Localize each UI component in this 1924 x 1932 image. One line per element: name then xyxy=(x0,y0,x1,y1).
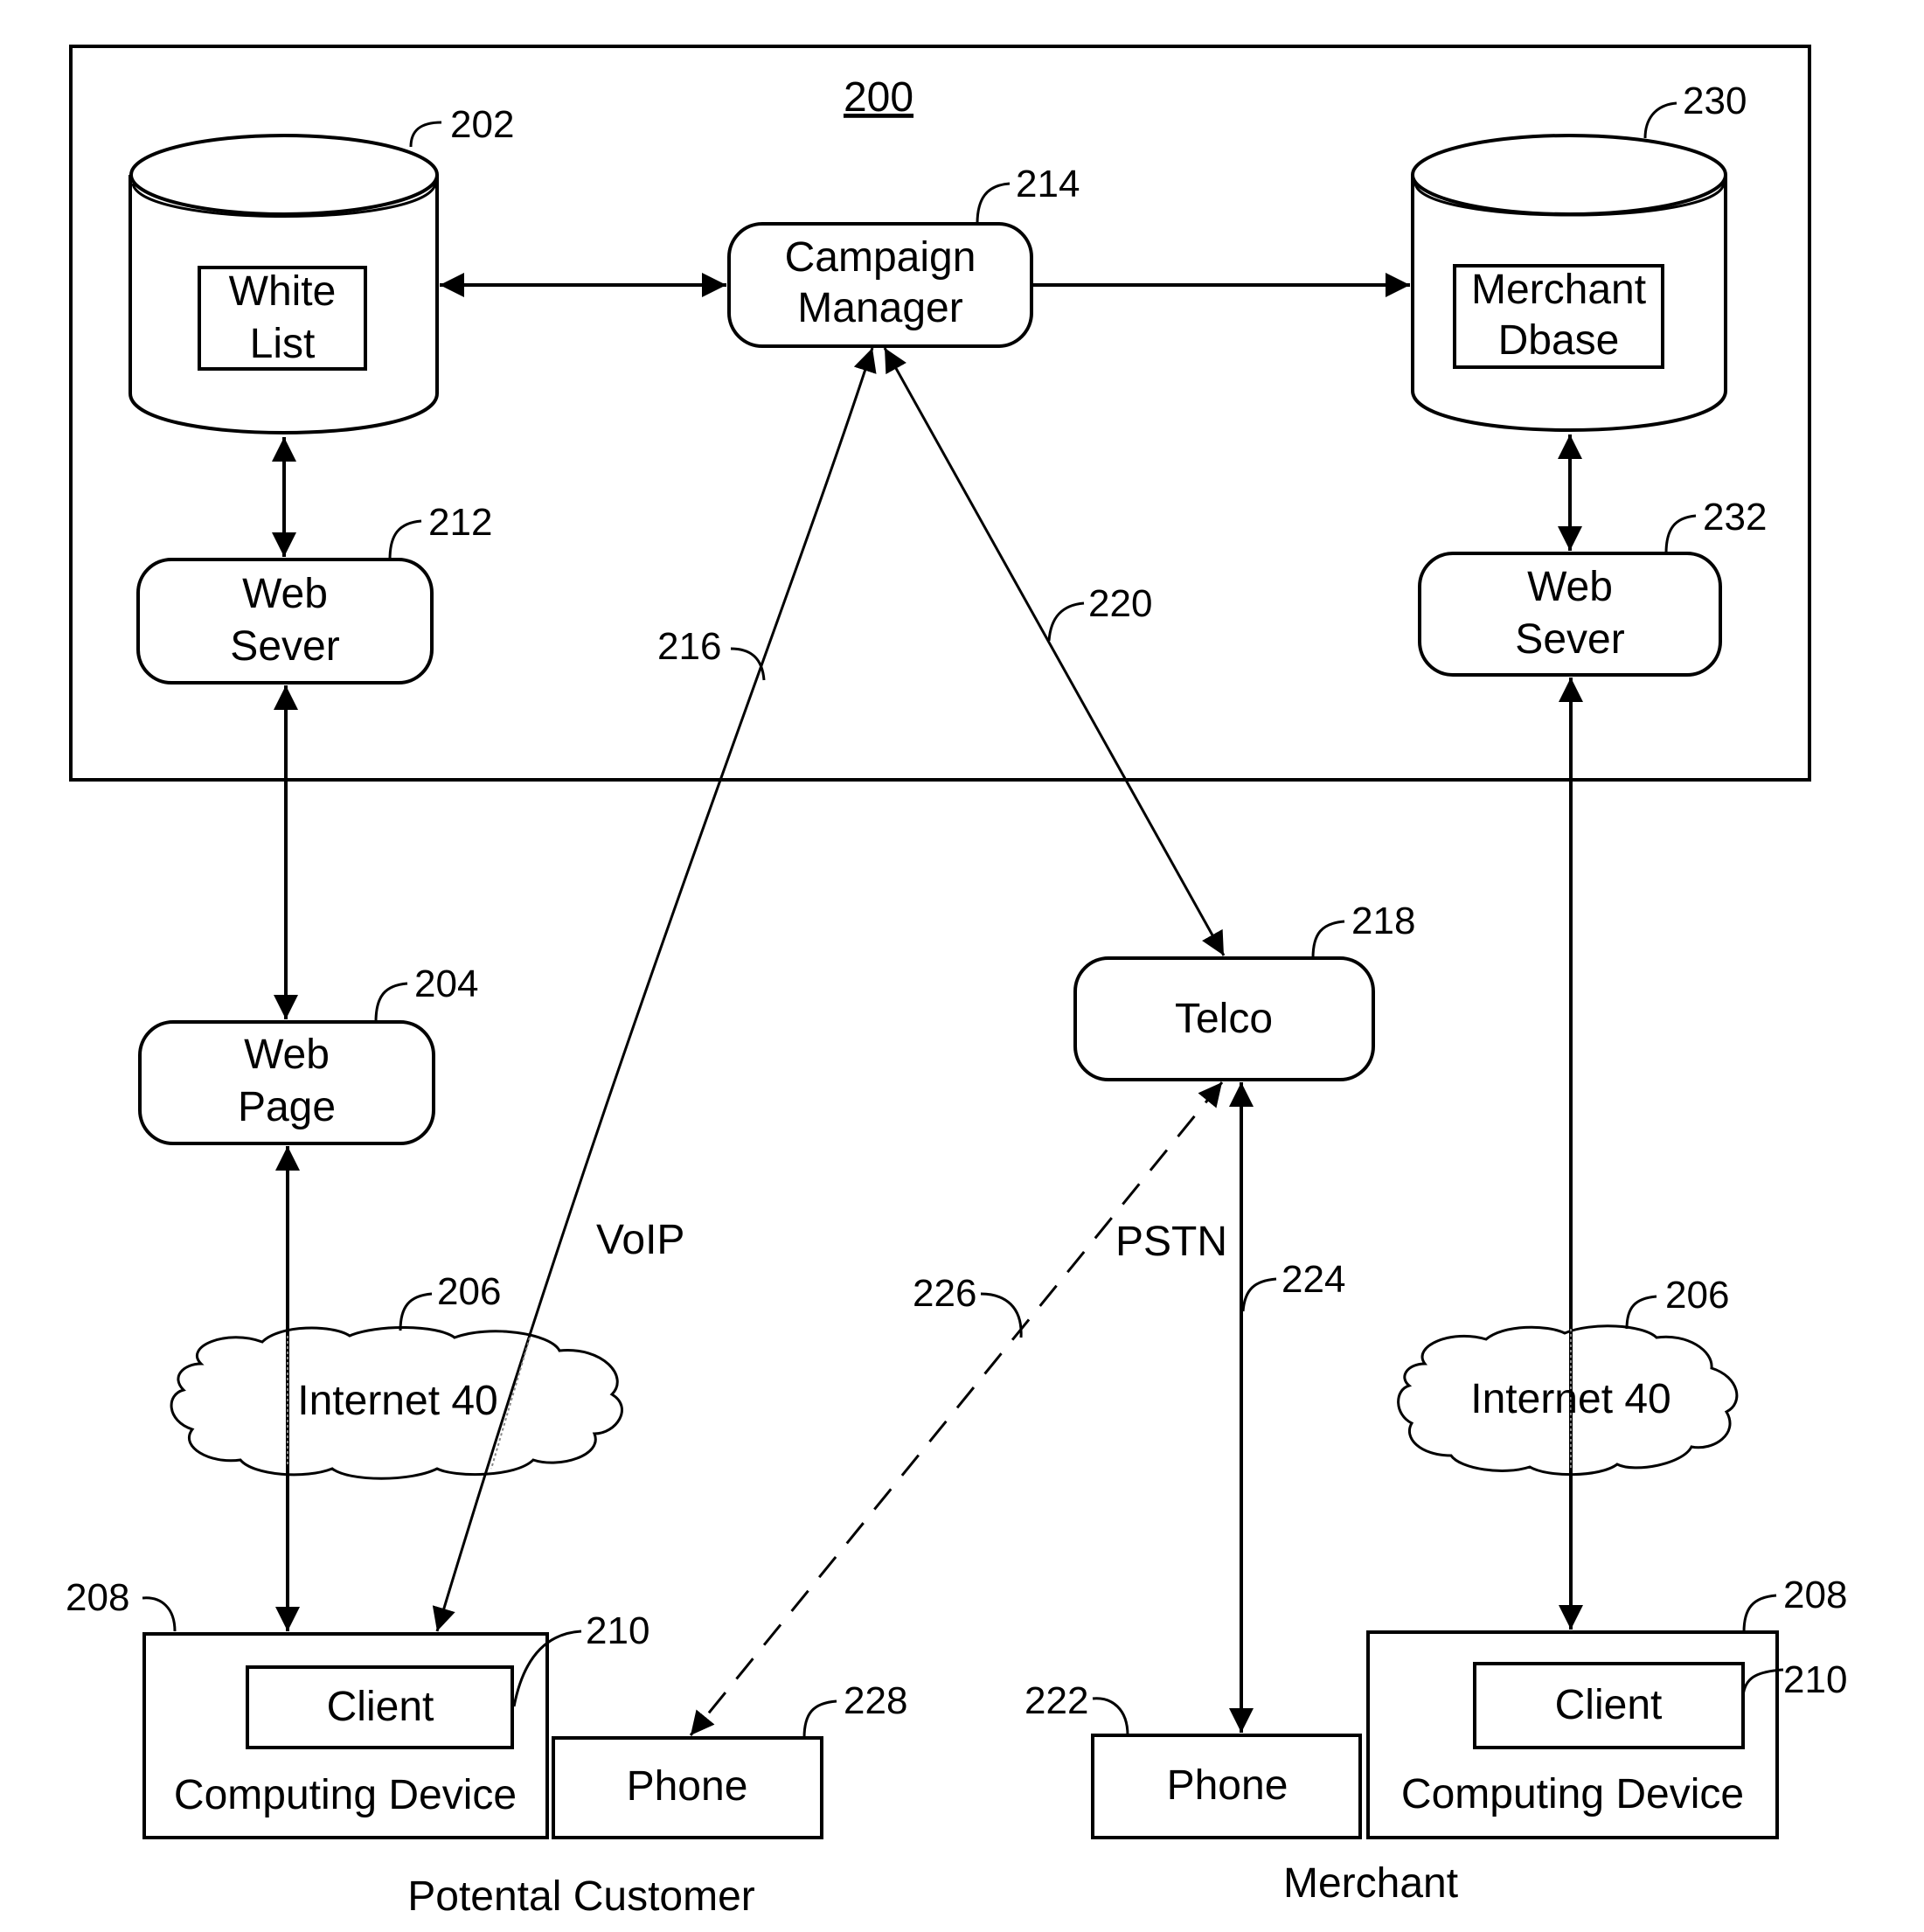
client-left-label: Client xyxy=(327,1684,434,1730)
computing-device-right-label: Computing Device xyxy=(1401,1771,1744,1817)
merchant-db-label-2: Dbase xyxy=(1498,317,1620,364)
web-page[interactable]: Web Page xyxy=(138,1020,435,1145)
ref-212: 212 xyxy=(428,501,492,544)
customer-group-label: Potental Customer xyxy=(407,1873,755,1920)
ref-214: 214 xyxy=(1016,163,1080,205)
ref-210-left: 210 xyxy=(586,1609,649,1652)
internet-right-label: Internet 40 xyxy=(1470,1376,1671,1422)
leader-218 xyxy=(1311,920,1345,959)
ref-224: 224 xyxy=(1282,1258,1345,1301)
computing-device-left-label: Computing Device xyxy=(174,1772,517,1818)
web-page-label-1: Web xyxy=(244,1032,330,1078)
white-list-database[interactable]: White List xyxy=(128,134,439,434)
campaign-telco-link xyxy=(883,347,1226,956)
phone-customer-label: Phone xyxy=(627,1763,748,1810)
leader-214 xyxy=(976,182,1011,225)
computing-device-left[interactable]: Client Computing Device xyxy=(142,1632,549,1839)
web-server-right-label-2: Sever xyxy=(1515,616,1624,663)
ref-206-right: 206 xyxy=(1665,1274,1729,1317)
white-list-label-2: List xyxy=(250,321,316,367)
ref-206-left: 206 xyxy=(437,1270,501,1313)
web-server-right[interactable]: Web Sever xyxy=(1418,552,1722,677)
internet-left-label: Internet 40 xyxy=(297,1378,498,1424)
leader-206-right xyxy=(1625,1295,1657,1330)
internet-cloud-right: Internet 40 xyxy=(1397,1324,1739,1477)
phone-customer[interactable]: Phone xyxy=(552,1736,823,1839)
telco-label: Telco xyxy=(1175,996,1273,1042)
leader-224 xyxy=(1241,1277,1277,1312)
leader-230 xyxy=(1643,101,1677,139)
ref-208-left: 208 xyxy=(66,1576,129,1619)
leader-228 xyxy=(802,1699,837,1739)
phone-merchant[interactable]: Phone xyxy=(1091,1734,1362,1839)
leader-220 xyxy=(1047,601,1085,642)
web-server-left[interactable]: Web Sever xyxy=(136,558,434,685)
web-page-label-2: Page xyxy=(238,1084,336,1130)
web-server-right-label-1: Web xyxy=(1527,564,1613,610)
campaign-manager-label-2: Manager xyxy=(797,285,962,331)
web-server-left-label-1: Web xyxy=(242,571,328,617)
ref-226: 226 xyxy=(913,1272,976,1315)
ref-228: 228 xyxy=(844,1679,907,1722)
campaign-manager[interactable]: Campaign Manager xyxy=(727,222,1033,348)
leader-202 xyxy=(409,121,442,148)
ref-232: 232 xyxy=(1703,496,1767,539)
ref-218: 218 xyxy=(1351,900,1415,942)
ref-222: 222 xyxy=(1025,1679,1088,1722)
ref-208-right: 208 xyxy=(1783,1574,1847,1616)
voip-link xyxy=(432,347,877,1632)
campaign-manager-label-1: Campaign xyxy=(785,234,976,281)
ref-220: 220 xyxy=(1088,582,1152,625)
dashed-phone-link xyxy=(689,1081,1224,1736)
voip-label: VoIP xyxy=(596,1217,684,1263)
internet-cloud-left: Internet 40 xyxy=(170,1326,623,1480)
leader-222 xyxy=(1092,1697,1129,1736)
leader-212 xyxy=(388,519,422,560)
phone-merchant-label: Phone xyxy=(1167,1762,1288,1809)
system-diagram: 200 White List 202 Campaign Manager 214 xyxy=(66,45,1847,1920)
ref-204: 204 xyxy=(414,963,478,1005)
leader-226 xyxy=(980,1292,1023,1338)
merchant-db-label-1: Merchant xyxy=(1471,267,1646,313)
leader-208-left xyxy=(142,1596,177,1632)
leader-206-left xyxy=(399,1292,433,1331)
pstn-label: PSTN xyxy=(1115,1219,1227,1265)
leader-232 xyxy=(1664,514,1697,554)
client-right-label: Client xyxy=(1555,1682,1663,1728)
ref-230: 230 xyxy=(1683,80,1747,122)
leader-208-right xyxy=(1742,1594,1777,1633)
system-label: 200 xyxy=(844,74,913,121)
ref-202: 202 xyxy=(450,103,514,146)
merchant-database[interactable]: Merchant Dbase xyxy=(1411,134,1727,432)
web-server-left-label-2: Sever xyxy=(230,623,339,670)
leader-204 xyxy=(374,982,408,1023)
ref-210-right: 210 xyxy=(1783,1658,1847,1701)
merchant-group-label: Merchant xyxy=(1283,1860,1458,1907)
telco[interactable]: Telco xyxy=(1073,956,1375,1081)
white-list-label-1: White xyxy=(229,268,337,315)
ref-216: 216 xyxy=(657,625,721,668)
computing-device-right[interactable]: Client Computing Device xyxy=(1366,1630,1779,1839)
